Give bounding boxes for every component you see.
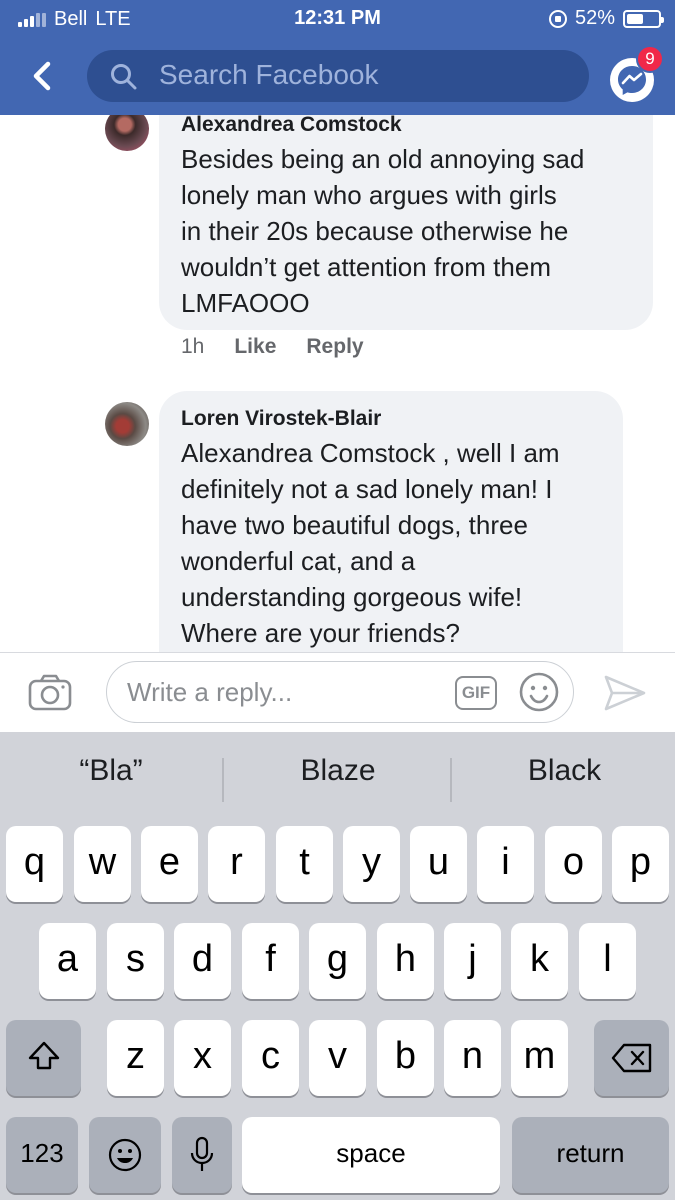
comment-author[interactable]: Alexandrea Comstock — [181, 115, 402, 137]
suggestion-bar: “Bla” Blaze Black — [0, 732, 675, 814]
key-z[interactable]: z — [107, 1020, 164, 1096]
dictation-key[interactable] — [172, 1117, 232, 1193]
top-bar: Bell LTE 12:31 PM 52% Search Facebook 9 — [0, 0, 675, 115]
reply-bar: Write a reply... GIF — [0, 652, 675, 732]
emoji-keyboard-icon — [108, 1138, 142, 1172]
return-key[interactable]: return — [512, 1117, 669, 1193]
reply-placeholder: Write a reply... — [127, 677, 293, 707]
key-p[interactable]: p — [612, 826, 669, 902]
key-i[interactable]: i — [477, 826, 534, 902]
key-r[interactable]: r — [208, 826, 265, 902]
key-v[interactable]: v — [309, 1020, 366, 1096]
keyboard: “Bla” Blaze Black q w e r t y u i o p a … — [0, 732, 675, 1200]
comment-actions: 1h Like Reply — [181, 335, 364, 359]
gif-icon[interactable]: GIF — [455, 676, 497, 710]
key-e[interactable]: e — [141, 826, 198, 902]
suggestion-item[interactable]: “Bla” — [0, 754, 222, 788]
key-t[interactable]: t — [276, 826, 333, 902]
comment-author[interactable]: Loren Virostek-Blair — [181, 407, 381, 431]
comment-text: Besides being an old annoying sad lonely… — [181, 144, 585, 318]
key-k[interactable]: k — [511, 923, 568, 999]
suggestion-item[interactable]: Black — [454, 754, 675, 788]
battery-icon — [623, 9, 664, 28]
key-a[interactable]: a — [39, 923, 96, 999]
reply-button[interactable]: Reply — [306, 335, 363, 359]
microphone-icon — [190, 1136, 214, 1171]
backspace-icon — [611, 1043, 651, 1073]
key-c[interactable]: c — [242, 1020, 299, 1096]
delete-key[interactable] — [594, 1020, 669, 1096]
key-h[interactable]: h — [377, 923, 434, 999]
numbers-key[interactable]: 123 — [6, 1117, 78, 1193]
camera-icon[interactable] — [28, 673, 72, 711]
comment-time: 1h — [181, 335, 205, 358]
battery-fill — [627, 13, 643, 24]
key-b[interactable]: b — [377, 1020, 434, 1096]
reply-input[interactable]: Write a reply... GIF — [106, 661, 574, 723]
shift-icon — [28, 1041, 59, 1070]
key-g[interactable]: g — [309, 923, 366, 999]
search-icon — [111, 64, 137, 90]
status-right: 52% — [548, 7, 664, 30]
suggestion-divider — [450, 758, 452, 802]
key-f[interactable]: f — [242, 923, 299, 999]
key-s[interactable]: s — [107, 923, 164, 999]
key-q[interactable]: q — [6, 826, 63, 902]
emoji-icon[interactable] — [517, 670, 561, 714]
comment-thread: Alexandrea Comstock Besides being an old… — [0, 115, 675, 652]
battery-percent: 52% — [574, 7, 615, 29]
key-d[interactable]: d — [174, 923, 231, 999]
search-placeholder: Search Facebook — [159, 59, 379, 90]
space-key[interactable]: space — [242, 1117, 500, 1193]
emoji-key[interactable] — [89, 1117, 161, 1193]
back-arrow-icon[interactable] — [28, 56, 58, 96]
avatar[interactable] — [105, 115, 149, 151]
key-u[interactable]: u — [410, 826, 467, 902]
notification-badge: 9 — [636, 45, 664, 73]
suggestion-divider — [222, 758, 224, 802]
suggestion-item[interactable]: Blaze — [226, 754, 450, 788]
orientation-lock-icon — [548, 9, 567, 28]
key-x[interactable]: x — [174, 1020, 231, 1096]
avatar[interactable] — [105, 402, 149, 446]
comment-text: Alexandrea Comstock , well I am definite… — [181, 438, 560, 648]
status-bar: Bell LTE 12:31 PM 52% — [0, 0, 675, 38]
like-button[interactable]: Like — [234, 335, 276, 359]
key-y[interactable]: y — [343, 826, 400, 902]
key-m[interactable]: m — [511, 1020, 568, 1096]
key-o[interactable]: o — [545, 826, 602, 902]
shift-key[interactable] — [6, 1020, 81, 1096]
key-w[interactable]: w — [74, 826, 131, 902]
send-icon[interactable] — [602, 671, 648, 715]
key-n[interactable]: n — [444, 1020, 501, 1096]
key-l[interactable]: l — [579, 923, 636, 999]
key-j[interactable]: j — [444, 923, 501, 999]
search-bar[interactable]: Search Facebook — [87, 50, 589, 102]
